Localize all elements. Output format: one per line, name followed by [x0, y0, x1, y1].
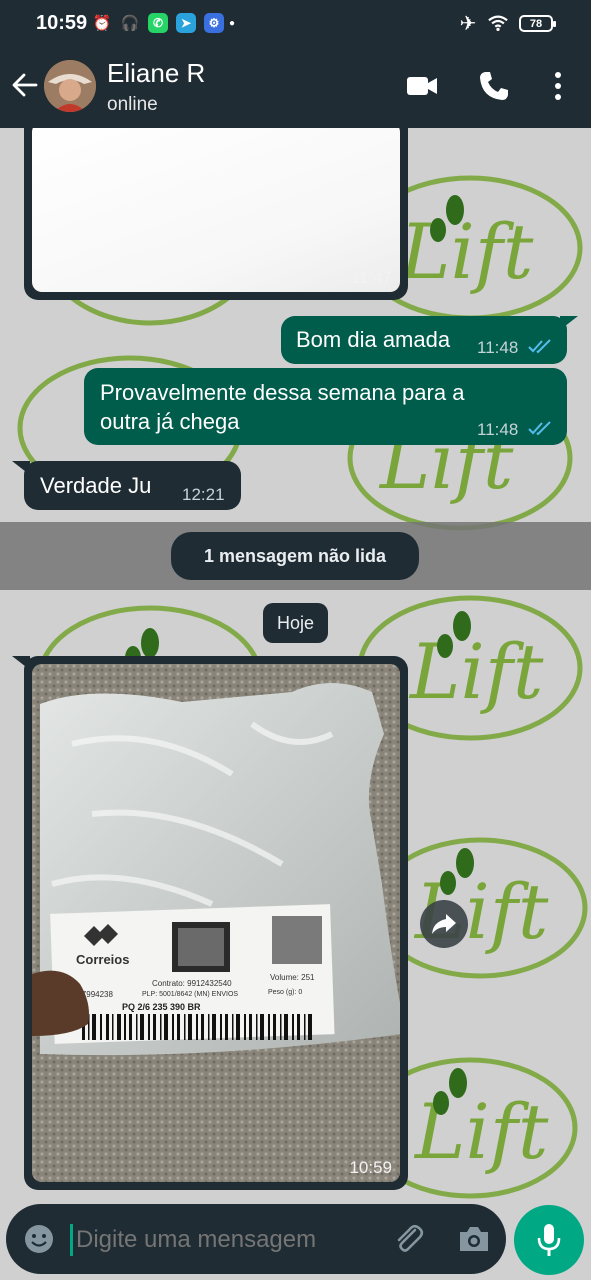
message-composer	[6, 1204, 506, 1274]
whatsapp-icon: ✆	[148, 13, 168, 33]
message-time: 11:48	[477, 338, 519, 357]
contact-status: online	[107, 94, 158, 115]
incoming-photo-message[interactable]: Correios Contrato: 9912432540 Volume: 25…	[24, 656, 408, 1190]
wifi-icon	[488, 13, 508, 33]
contact-name[interactable]: Eliane R	[107, 58, 205, 89]
emoji-icon[interactable]	[24, 1224, 54, 1254]
message-time: 10:59	[349, 1158, 392, 1177]
photo-thumbnail[interactable]	[32, 128, 400, 292]
battery-level: 78	[529, 17, 543, 30]
status-time: 10:59	[36, 12, 88, 34]
attach-icon[interactable]	[392, 1222, 426, 1256]
message-time: 11:47	[350, 268, 392, 287]
message-text: Verdade Ju	[40, 473, 152, 498]
more-options-icon[interactable]	[540, 68, 576, 104]
bubble-tail	[560, 316, 578, 330]
tracking-code: PQ 2/6 235 390 BR	[122, 1002, 201, 1012]
message-text: Provavelmente dessa semana para a outra …	[100, 380, 465, 434]
message-time: 12:21	[182, 485, 225, 504]
battery-icon: 78	[519, 15, 556, 32]
package-photo[interactable]: Correios Contrato: 9912432540 Volume: 25…	[32, 664, 400, 1182]
alarm-icon: ⏰	[92, 15, 112, 32]
carrier-label: Correios	[76, 952, 129, 967]
outgoing-message[interactable]: Provavelmente dessa semana para a outra …	[84, 368, 567, 445]
camera-icon[interactable]	[457, 1224, 491, 1254]
app-notification-icon: ⚙	[204, 13, 224, 33]
incoming-photo-message[interactable]: 11:47	[24, 128, 408, 300]
video-call-icon[interactable]	[404, 68, 440, 104]
label-contrato: Contrato: 9912432540	[152, 979, 232, 988]
headphones-icon: 🎧	[120, 15, 140, 32]
chat-header: Eliane R online	[0, 44, 591, 128]
svg-text:Lift: Lift	[408, 627, 544, 716]
voice-record-button[interactable]	[514, 1205, 584, 1275]
more-notifications-icon: ●	[228, 17, 236, 29]
read-receipt-icon	[528, 421, 551, 436]
message-input[interactable]	[74, 1220, 378, 1260]
status-bar: 10:59 ⏰ 🎧 ✆ ➤ ⚙ ● ✈ 78	[0, 0, 591, 44]
incoming-message[interactable]: Verdade Ju 12:21	[24, 461, 241, 510]
label-peso: Peso (g): 0	[268, 989, 302, 996]
svg-text:Lift: Lift	[398, 207, 534, 296]
back-arrow-icon[interactable]	[12, 72, 38, 98]
chat-area[interactable]: Lift Lift Lift Lift Lift 11:47 Bom dia a…	[0, 128, 591, 1280]
label-plp: PLP: 5001/8642 (MN) ENVIOS	[142, 991, 238, 998]
message-time: 11:48	[477, 420, 519, 439]
avatar[interactable]	[44, 60, 96, 112]
voice-call-icon[interactable]	[476, 68, 512, 104]
outgoing-message[interactable]: Bom dia amada 11:48	[281, 316, 567, 364]
label-volume: Volume: 251	[270, 973, 315, 982]
date-chip: Hoje	[263, 603, 328, 643]
telegram-icon: ➤	[176, 13, 196, 33]
airplane-mode-icon: ✈	[459, 12, 477, 35]
forward-icon[interactable]	[420, 900, 468, 948]
microphone-icon	[537, 1224, 561, 1256]
unread-count-label: 1 mensagem não lida	[171, 532, 419, 580]
read-receipt-icon	[528, 339, 551, 354]
text-cursor	[70, 1224, 73, 1256]
message-text: Bom dia amada	[296, 327, 451, 352]
